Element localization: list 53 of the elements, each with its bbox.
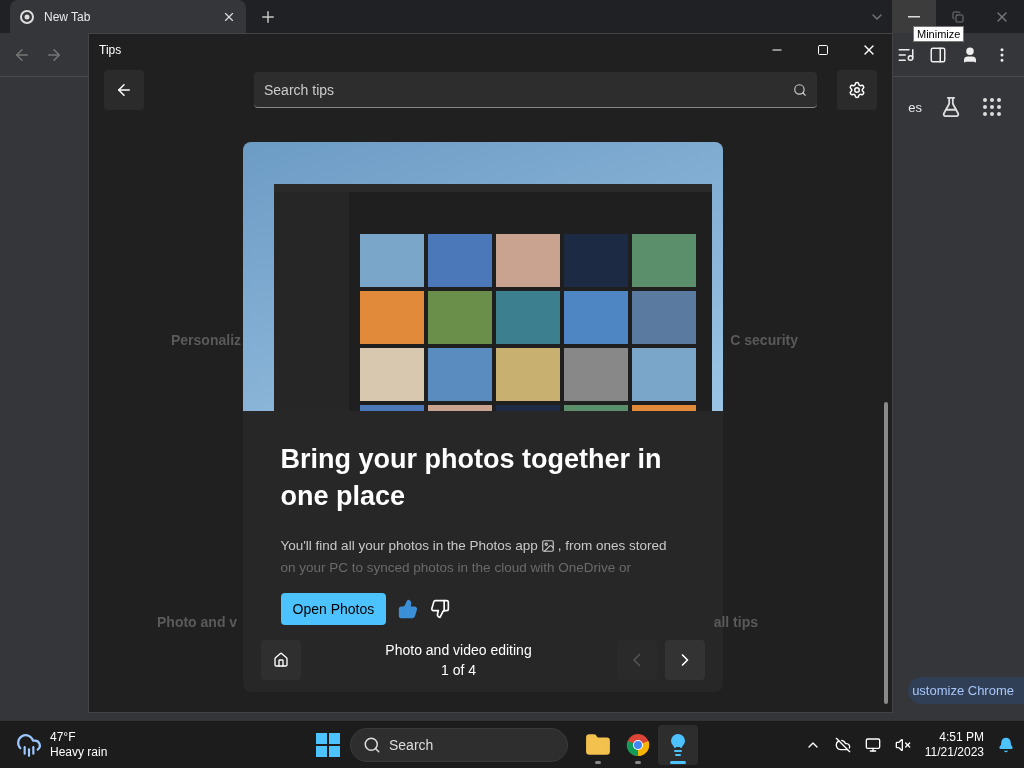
side-panel-icon[interactable] xyxy=(929,45,947,64)
customize-button[interactable]: ustomize Chrome xyxy=(908,677,1024,704)
tile-title: Photo and v xyxy=(157,614,238,630)
home-icon xyxy=(272,652,289,668)
shortcut-label[interactable]: es xyxy=(908,99,922,115)
category-title: Photo and video editing xyxy=(385,642,532,658)
search-icon xyxy=(363,735,381,754)
profile-icon[interactable] xyxy=(961,45,979,64)
bell-icon[interactable] xyxy=(998,736,1014,753)
settings-icon xyxy=(848,81,866,99)
cloud-off-icon[interactable] xyxy=(834,736,851,753)
clock-time: 4:51 PM xyxy=(939,729,984,745)
tip-description: on your PC to synced photos in the cloud with OneDrive or xyxy=(280,559,632,577)
tab-title: New Tab xyxy=(44,9,92,24)
clock-date: 11/21/2023 xyxy=(924,744,984,760)
chevron-left-icon xyxy=(632,653,641,667)
apps-grid-icon[interactable] xyxy=(980,95,1004,119)
minimize-icon xyxy=(908,15,920,18)
mute-icon[interactable] xyxy=(894,736,911,753)
back-button[interactable] xyxy=(104,70,144,110)
rain-cloud-icon xyxy=(16,731,42,758)
tooltip: Minimize xyxy=(913,26,965,42)
restore-icon[interactable] xyxy=(952,10,964,23)
taskbar-app[interactable] xyxy=(658,724,698,765)
tile-title: all tips xyxy=(713,614,758,630)
network-icon[interactable] xyxy=(864,736,881,753)
search-placeholder: Search xyxy=(389,736,434,753)
tile-title: Personaliz xyxy=(171,332,242,348)
search-field[interactable]: Search tips xyxy=(254,72,817,108)
settings-button[interactable] xyxy=(837,70,877,110)
thumbs-down-icon[interactable] xyxy=(430,599,451,619)
folder-icon xyxy=(585,731,611,758)
browser-tab[interactable]: New Tab xyxy=(10,0,246,33)
start-icon[interactable] xyxy=(316,732,340,757)
tile-title: C security xyxy=(730,332,798,348)
home-button[interactable] xyxy=(260,640,301,680)
search-icon xyxy=(793,82,807,97)
tip-description: You'll find all your photos in the Photos app xyxy=(280,537,538,555)
tip-description: , from ones stored xyxy=(557,537,667,555)
browser-logo-icon xyxy=(626,732,650,757)
flask-icon[interactable] xyxy=(940,96,962,118)
image-icon xyxy=(540,539,555,553)
weather-condition: Heavy rain xyxy=(50,744,108,760)
browser-logo-icon xyxy=(20,9,34,24)
taskbar-search[interactable]: Search xyxy=(350,727,568,762)
page-counter: 1 of 4 xyxy=(441,662,476,678)
maximize-icon[interactable] xyxy=(817,44,829,56)
tip-heading: Bring your photos together in one place xyxy=(280,443,663,513)
search-placeholder: Search tips xyxy=(264,81,335,98)
open-photos-button[interactable]: Open Photos xyxy=(280,593,387,625)
thumbs-up-icon[interactable] xyxy=(398,599,419,619)
temperature: 47°F xyxy=(50,729,76,745)
window-title: Tips xyxy=(99,43,122,57)
